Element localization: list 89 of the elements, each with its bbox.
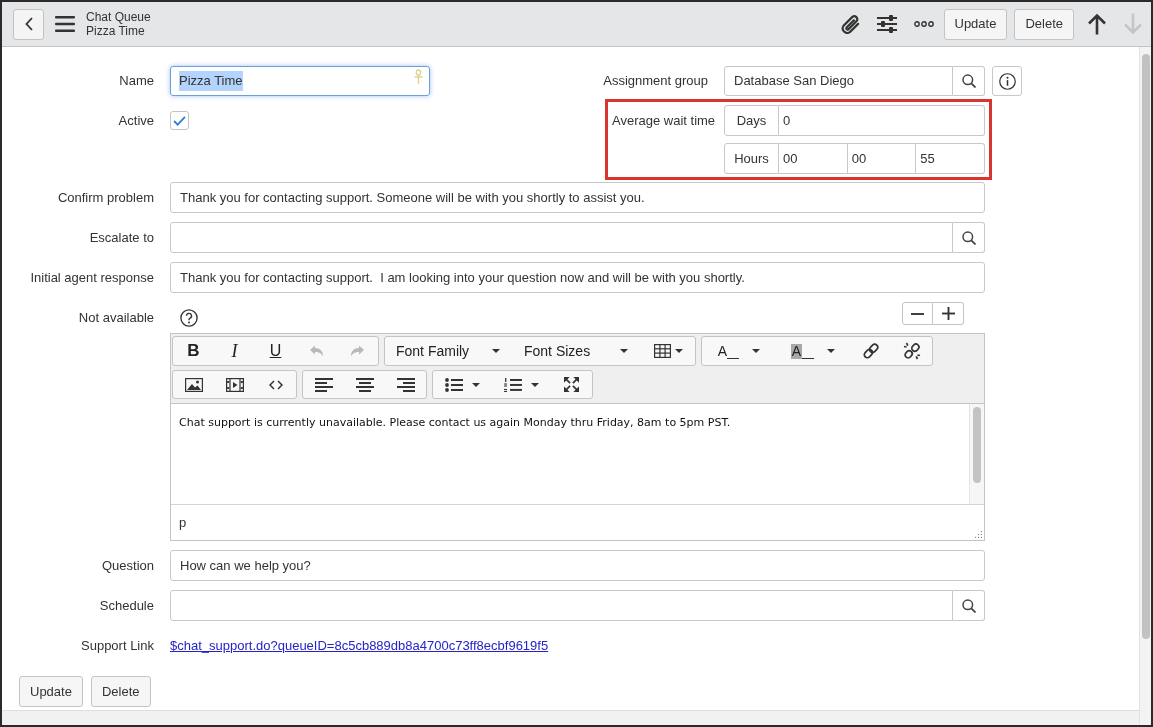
search-button[interactable] bbox=[953, 590, 985, 621]
highlight-color-button[interactable]: A bbox=[776, 337, 850, 365]
checkmark-icon bbox=[173, 115, 186, 126]
caret-icon bbox=[827, 349, 836, 353]
align-left-icon bbox=[314, 377, 333, 392]
caret-icon bbox=[531, 382, 539, 387]
caret-icon bbox=[620, 349, 628, 353]
field-label: Question bbox=[101, 556, 154, 575]
table-grid-icon bbox=[653, 344, 671, 358]
numbered-list-icon bbox=[504, 377, 522, 392]
reference-field[interactable] bbox=[170, 590, 953, 621]
field-label: Escalate to bbox=[89, 228, 154, 247]
days-field[interactable]: 0 bbox=[779, 105, 985, 136]
back-button[interactable] bbox=[13, 8, 44, 40]
sliders-icon[interactable] bbox=[876, 15, 897, 33]
expand-button[interactable] bbox=[933, 302, 964, 325]
text-color-button[interactable]: A bbox=[702, 337, 776, 365]
time-field[interactable]: 00 bbox=[847, 143, 917, 174]
text-field[interactable]: Thank you for contacting support. Someone will be with you shortly to assist you. bbox=[170, 182, 985, 213]
bold-button[interactable]: B bbox=[173, 337, 214, 365]
text-field[interactable]: How can we help you? bbox=[170, 550, 985, 581]
field-label: Not available bbox=[78, 308, 154, 327]
search-button[interactable] bbox=[953, 222, 985, 253]
broken-chain-icon bbox=[902, 342, 921, 360]
search-icon bbox=[961, 230, 976, 245]
chevron-left-icon bbox=[24, 17, 33, 31]
header-subtitle: Pizza Time bbox=[86, 24, 146, 38]
name-field[interactable]: Pizza Time bbox=[170, 66, 430, 96]
caret-icon bbox=[674, 349, 683, 353]
checkbox[interactable] bbox=[170, 111, 189, 130]
info-icon bbox=[998, 72, 1016, 90]
time-field[interactable]: 55 bbox=[916, 143, 985, 174]
fullscreen-icon bbox=[564, 377, 579, 392]
scrollbar-thumb[interactable] bbox=[1141, 54, 1150, 639]
scrollbar-track[interactable] bbox=[1139, 47, 1151, 725]
redo-arrow-icon bbox=[350, 345, 365, 357]
field-label: Confirm problem bbox=[57, 188, 154, 207]
search-icon bbox=[961, 598, 976, 613]
align-center-icon bbox=[355, 377, 374, 392]
reference-field[interactable] bbox=[170, 222, 953, 253]
field-label: Schedule bbox=[99, 596, 154, 615]
paperclip-icon[interactable] bbox=[840, 14, 860, 34]
caret-icon bbox=[472, 382, 480, 387]
arrow-up-icon[interactable] bbox=[1087, 13, 1107, 35]
hours-label: Hours bbox=[724, 143, 779, 174]
plus-icon bbox=[941, 307, 955, 320]
editor-scrollbar-track[interactable] bbox=[969, 404, 984, 504]
field-label: Active bbox=[118, 111, 154, 130]
align-right-icon bbox=[396, 377, 415, 392]
resize-grip-icon[interactable] bbox=[974, 530, 982, 538]
element-path: p bbox=[179, 513, 187, 532]
days-label: Days bbox=[724, 105, 779, 136]
update-button[interactable]: Update bbox=[19, 676, 83, 707]
field-label: Average wait time bbox=[612, 111, 716, 130]
film-icon bbox=[225, 377, 244, 392]
menu-icon[interactable] bbox=[55, 16, 75, 32]
search-button[interactable] bbox=[953, 66, 985, 96]
bulleted-list-icon bbox=[445, 377, 463, 392]
caret-icon bbox=[492, 349, 500, 353]
delete-button[interactable]: Delete bbox=[90, 676, 151, 707]
text-field[interactable]: Thank you for contacting support. I am looking into your question now and will be with you shortly. bbox=[170, 262, 985, 293]
update-button[interactable]: Update bbox=[943, 8, 1008, 40]
support-link[interactable]: $chat_support.do?queueID=8c5cb889db8a4700c73ff8ecbf9619f5 bbox=[170, 635, 549, 656]
field-label: Name bbox=[119, 72, 154, 91]
undo-arrow-icon bbox=[309, 345, 324, 357]
minus-icon bbox=[911, 312, 924, 315]
collapse-button[interactable] bbox=[902, 302, 933, 325]
code-icon bbox=[268, 379, 283, 390]
field-label: Support Link bbox=[81, 636, 154, 655]
italic-button[interactable]: I bbox=[214, 337, 255, 365]
time-field[interactable]: 00 bbox=[779, 143, 848, 174]
help-icon[interactable] bbox=[180, 309, 198, 327]
chain-link-icon bbox=[861, 342, 880, 360]
ankh-icon bbox=[414, 69, 423, 84]
image-icon bbox=[184, 377, 203, 392]
header-title: Chat Queue bbox=[86, 10, 151, 24]
font-dropdown[interactable]: Font Family bbox=[385, 337, 513, 365]
delete-button[interactable]: Delete bbox=[1014, 8, 1074, 40]
caret-icon bbox=[752, 349, 761, 353]
font-dropdown[interactable]: Font Sizes bbox=[513, 337, 641, 365]
field-label: Initial agent response bbox=[30, 268, 154, 287]
editor-text-area[interactable]: Chat support is currently unavailable. Please contact us again Monday thru Friday, 8am to 5pm PST. bbox=[171, 404, 969, 504]
more-icon[interactable] bbox=[913, 21, 934, 27]
reference-field[interactable]: Database San Diego bbox=[724, 66, 953, 96]
editor-scrollbar-thumb[interactable] bbox=[973, 407, 981, 483]
underline-button[interactable]: U bbox=[255, 337, 296, 365]
field-label: Assignment group bbox=[603, 72, 708, 91]
search-icon bbox=[961, 74, 976, 88]
info-button[interactable] bbox=[992, 66, 1022, 96]
